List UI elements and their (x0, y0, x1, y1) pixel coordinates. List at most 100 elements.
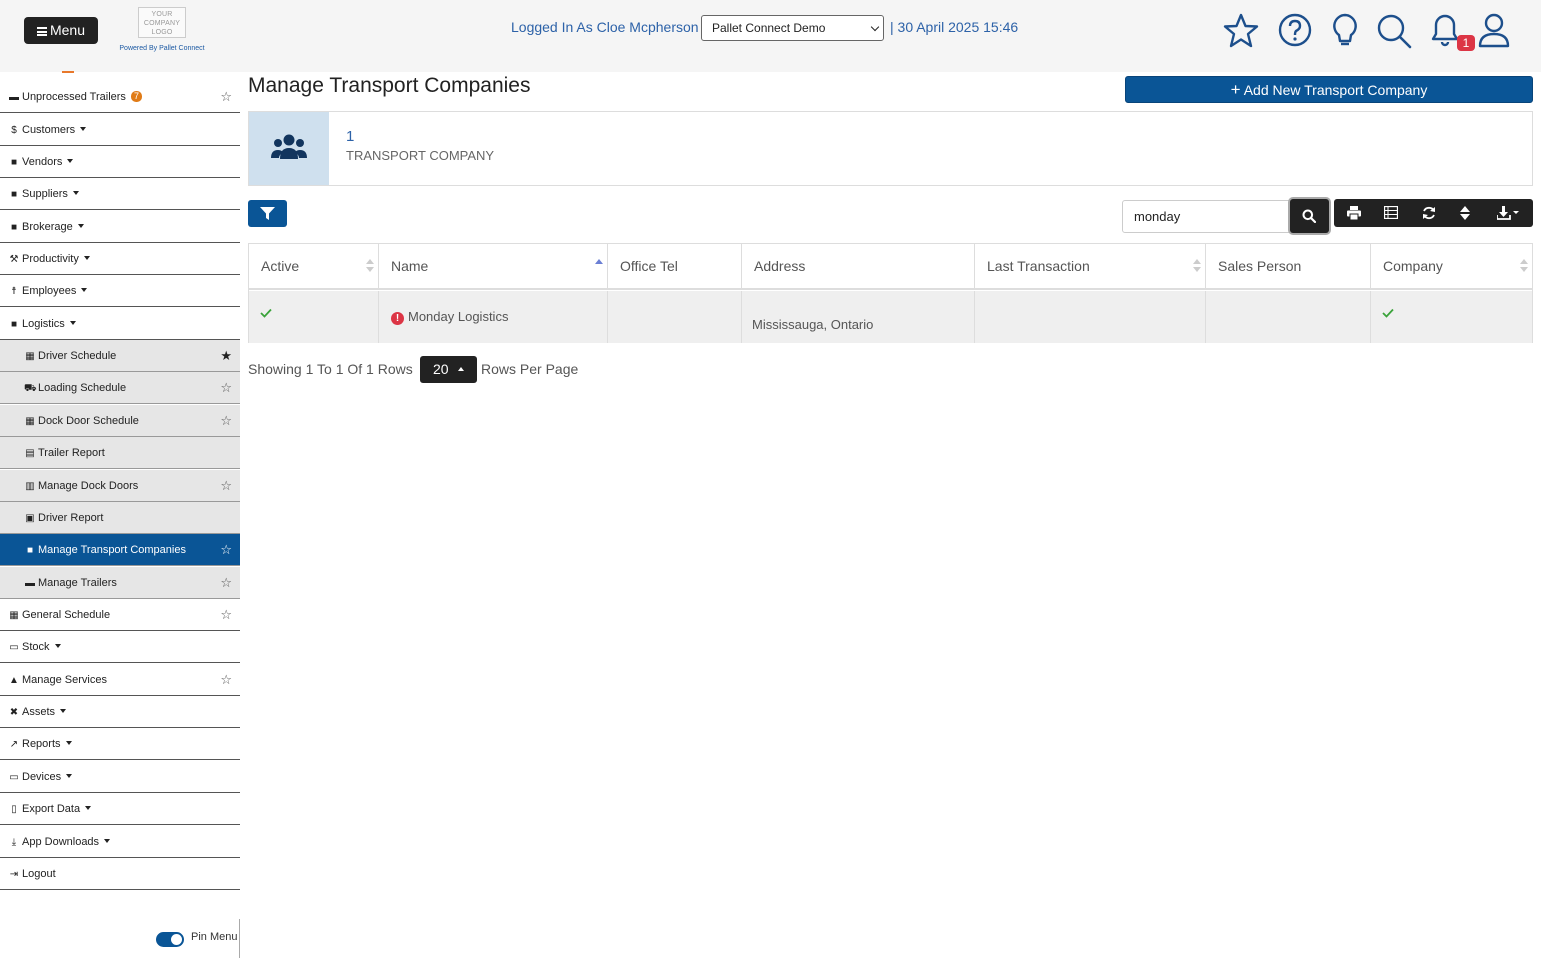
search-input[interactable]: monday (1122, 200, 1292, 233)
caret-down-icon (104, 839, 111, 843)
sidebar-item-general-schedule[interactable]: ▦ General Schedule ☆ (0, 599, 240, 631)
truck-icon: ■ (10, 157, 18, 168)
sidebar-item-productivity[interactable]: ⚒ Productivity (0, 243, 240, 275)
download-icon: ⤓ (11, 837, 17, 848)
column-header-last-transaction[interactable]: Last Transaction (975, 244, 1206, 290)
sidebar-item-driver-report[interactable]: ▣ Driver Report (0, 502, 240, 534)
stat-count: 1 (346, 128, 355, 145)
truck-icon: ■ (10, 189, 18, 200)
cell-active (249, 291, 379, 343)
accent-line (62, 71, 74, 73)
star-outline-icon[interactable]: ☆ (220, 372, 232, 404)
star-outline-icon[interactable]: ☆ (220, 470, 232, 502)
star-outline-icon[interactable]: ☆ (220, 567, 232, 599)
star-outline-icon[interactable]: ☆ (220, 534, 232, 566)
search-button[interactable] (1290, 199, 1329, 233)
tools-icon: ✖ (9, 707, 19, 718)
sidebar-item-unprocessed-trailers[interactable]: ▬ Unprocessed Trailers 7 ☆ (0, 81, 240, 113)
sidebar-item-reports[interactable]: ↗ Reports (0, 728, 240, 760)
trailer-icon: ▬ (9, 92, 19, 103)
sidebar-item-label: Manage Trailers (38, 577, 117, 589)
sidebar-item-customers[interactable]: $ Customers (0, 114, 240, 146)
cell-office-tel (608, 291, 742, 343)
sidebar-item-vendors[interactable]: ■ Vendors (0, 146, 240, 178)
sidebar-item-driver-schedule[interactable]: ▦ Driver Schedule ★ (0, 340, 240, 372)
column-header-sales-person: Sales Person (1206, 244, 1371, 290)
add-transport-company-button[interactable]: + Add New Transport Company (1125, 76, 1533, 103)
hammer-icon: ⚒ (9, 254, 19, 265)
sidebar-divider (239, 919, 240, 958)
menu-button-label: Menu (49, 22, 86, 38)
star-outline-icon[interactable]: ☆ (220, 599, 232, 631)
datetime-text: | 30 April 2025 15:46 (890, 19, 1019, 35)
sidebar-item-app-downloads[interactable]: ⤓ App Downloads (0, 826, 240, 858)
chevron-down-icon (870, 22, 880, 32)
checkmark-icon (260, 308, 272, 318)
sidebar-item-export-data[interactable]: ▯ Export Data (0, 793, 240, 825)
favorites-star-icon[interactable] (1221, 11, 1261, 51)
company-select[interactable]: Pallet Connect Demo (701, 15, 884, 41)
user-icon[interactable] (1474, 11, 1514, 51)
column-header-active[interactable]: Active (249, 244, 379, 290)
sidebar-item-label: Driver Report (38, 512, 104, 524)
sidebar-item-manage-services[interactable]: ▲ Manage Services ☆ (0, 664, 240, 696)
export-dropdown-button[interactable] (1486, 199, 1530, 227)
lightbulb-icon[interactable] (1325, 11, 1365, 51)
rows-per-page-dropdown[interactable]: 20 (420, 356, 477, 383)
caret-down-icon (77, 224, 84, 228)
sidebar-item-label: Devices (22, 771, 62, 783)
help-icon[interactable] (1275, 11, 1315, 51)
refresh-button[interactable] (1411, 199, 1447, 227)
sidebar-item-trailer-report[interactable]: ▤ Trailer Report (0, 437, 240, 469)
column-header-name[interactable]: Name (379, 244, 608, 290)
star-filled-icon[interactable]: ★ (220, 340, 232, 372)
sidebar-item-logistics[interactable]: ■ Logistics (0, 308, 240, 340)
column-header-company[interactable]: Company (1371, 244, 1532, 290)
company-logo[interactable]: YOUR COMPANY LOGO (138, 7, 186, 38)
sidebar-item-suppliers[interactable]: ■ Suppliers (0, 178, 240, 210)
caret-down-icon (83, 256, 90, 260)
search-icon (1302, 209, 1316, 223)
person-icon: ☨ (11, 286, 17, 297)
filter-icon (260, 207, 275, 220)
sidebar-item-loading-schedule[interactable]: ⛟Loading Schedule ☆ (0, 372, 240, 404)
menu-button[interactable]: Menu (24, 17, 98, 44)
print-icon (1347, 206, 1361, 220)
sidebar-item-devices[interactable]: ▭ Devices (0, 761, 240, 793)
sidebar-item-label: Brokerage (22, 221, 73, 233)
sidebar-item-manage-transport-companies[interactable]: ■ Manage Transport Companies ☆ (0, 534, 240, 566)
sidebar-item-label: Logout (22, 868, 56, 880)
pin-menu-toggle[interactable] (156, 932, 184, 947)
cell-name[interactable]: ! Monday Logistics (379, 291, 608, 343)
star-outline-icon[interactable]: ☆ (220, 81, 232, 113)
sidebar-item-employees[interactable]: ☨ Employees (0, 275, 240, 307)
sidebar-item-assets[interactable]: ✖ Assets (0, 696, 240, 728)
company-name[interactable]: Monday Logistics (408, 309, 508, 324)
service-bell-icon: ▲ (9, 675, 19, 686)
search-icon[interactable] (1374, 11, 1414, 51)
caret-down-icon (60, 709, 67, 713)
star-outline-icon[interactable]: ☆ (220, 664, 232, 696)
columns-button[interactable] (1373, 199, 1409, 227)
cell-last-transaction (975, 291, 1206, 343)
star-outline-icon[interactable]: ☆ (220, 405, 232, 437)
sidebar-item-manage-trailers[interactable]: ▬ Manage Trailers ☆ (0, 567, 240, 599)
column-header-office-tel: Office Tel (608, 244, 742, 290)
sidebar-item-manage-dock-doors[interactable]: ▥ Manage Dock Doors ☆ (0, 470, 240, 502)
print-button[interactable] (1336, 199, 1372, 227)
sidebar-item-stock[interactable]: ▭ Stock (0, 631, 240, 663)
calendar-icon: ▦ (25, 351, 35, 362)
sidebar-item-label: Manage Services (22, 674, 107, 686)
stat-card: 1 TRANSPORT COMPANY (248, 111, 1533, 186)
hamburger-icon (36, 27, 47, 36)
toggle-view-button[interactable] (1447, 199, 1483, 227)
column-header-label: Sales Person (1218, 258, 1302, 274)
sidebar-item-brokerage[interactable]: ■ Brokerage (0, 211, 240, 243)
sort-icon (1193, 259, 1201, 273)
sidebar-item-label: Employees (22, 285, 77, 297)
sidebar-item-logout[interactable]: ⇥ Logout (0, 858, 240, 890)
add-button-label: Add New Transport Company (1243, 82, 1428, 98)
filter-button[interactable] (248, 200, 287, 227)
sidebar-item-dock-door-schedule[interactable]: ▦ Dock Door Schedule ☆ (0, 405, 240, 437)
calendar-icon: ▦ (9, 610, 19, 621)
